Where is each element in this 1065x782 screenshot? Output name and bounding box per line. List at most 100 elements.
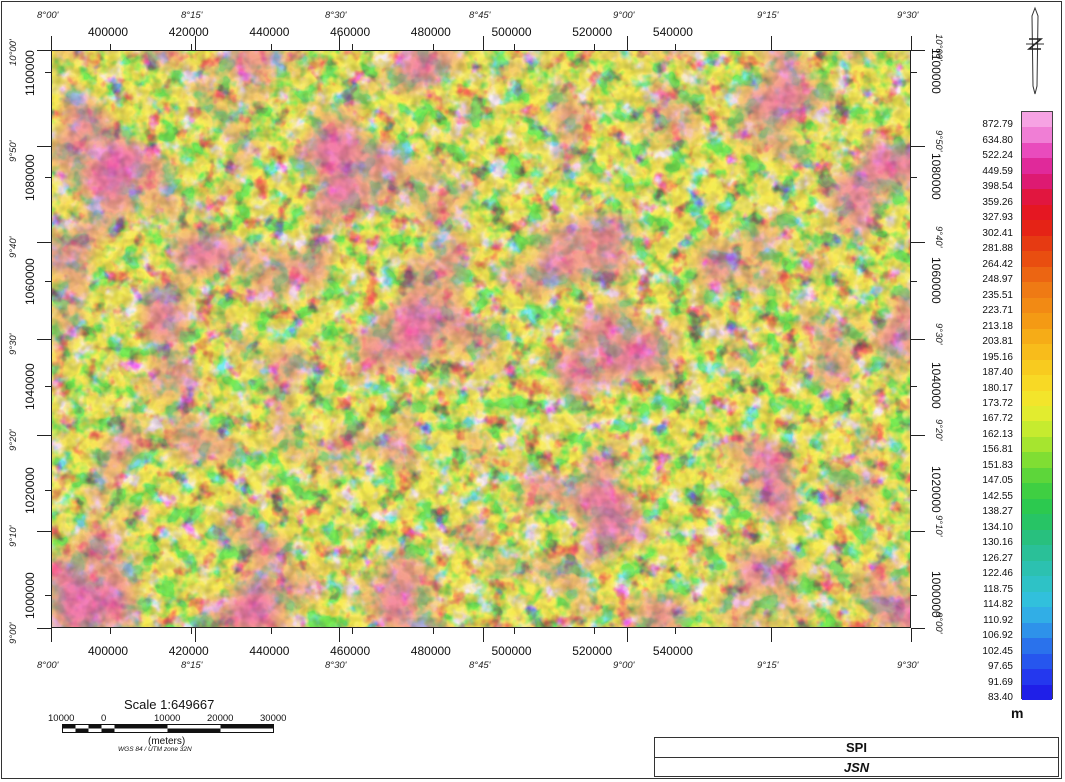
map-tick — [911, 36, 912, 50]
right-grid-label: 1020000 — [929, 466, 943, 513]
scale-bar-graphic — [62, 724, 274, 733]
map-tick — [45, 72, 51, 73]
right-grid-label: 1000000 — [929, 570, 943, 618]
right-latitude-label: 9°40' — [933, 226, 944, 248]
top-longitude-label: 9°15' — [757, 10, 779, 21]
legend-swatch — [1022, 560, 1052, 577]
legend-value: 195.16 — [982, 351, 1013, 363]
title-block: SPI JSN — [654, 737, 1059, 777]
scale-tick-label: 10000 — [48, 713, 75, 724]
legend-value: 281.88 — [982, 243, 1013, 255]
legend-swatch — [1022, 375, 1052, 392]
map-tick — [37, 628, 51, 629]
map-tick — [271, 44, 273, 50]
left-grid-label: 1000000 — [23, 571, 37, 619]
scale-title: Scale 1:649667 — [124, 697, 215, 712]
legend-swatch — [1022, 142, 1052, 159]
bottom-grid-label: 440000 — [249, 644, 290, 658]
bottom-grid-label: 540000 — [652, 644, 693, 658]
map-tick — [195, 628, 196, 642]
legend-value: 449.59 — [982, 165, 1013, 177]
legend-value: 110.92 — [983, 614, 1013, 626]
legend-value: 156.81 — [982, 444, 1013, 456]
map-tick — [51, 628, 52, 642]
legend-swatch — [1022, 684, 1052, 701]
map-tick — [483, 628, 484, 642]
raster-map[interactable] — [51, 50, 911, 628]
legend-swatch — [1022, 204, 1052, 221]
legend-swatch — [1022, 173, 1052, 190]
legend-swatch — [1022, 282, 1052, 299]
legend-swatch — [1022, 622, 1052, 639]
legend-value: 83.40 — [987, 692, 1013, 703]
map-tick — [110, 628, 111, 634]
legend-value: 122.46 — [982, 568, 1013, 580]
raster-image — [52, 51, 910, 627]
top-grid-label: 520000 — [572, 25, 613, 39]
legend-value: 162.13 — [982, 428, 1013, 440]
map-tick — [190, 628, 192, 634]
legend-swatch — [1022, 220, 1052, 237]
legend-value: 235.51 — [982, 289, 1013, 301]
legend-swatch — [1022, 545, 1052, 562]
top-longitude-label: 8°45' — [469, 10, 491, 21]
map-tick — [911, 628, 912, 642]
legend-swatch — [1022, 390, 1052, 407]
map-tick — [594, 44, 596, 50]
legend-swatch — [1022, 452, 1052, 469]
left-latitude-label: 9°20' — [8, 429, 19, 451]
right-latitude-label: 9°30' — [933, 323, 944, 345]
legend-value: 522.24 — [982, 150, 1013, 162]
map-tick — [627, 36, 628, 50]
legend-swatch — [1022, 421, 1052, 438]
left-grid-label: 1060000 — [23, 258, 37, 305]
legend-value: 180.17 — [982, 382, 1013, 394]
map-tick — [110, 44, 111, 50]
legend-swatch — [1022, 576, 1052, 593]
map-tick — [195, 36, 196, 50]
legend-value: 97.65 — [987, 661, 1013, 673]
legend-swatch — [1022, 607, 1052, 624]
legend-swatch — [1022, 127, 1052, 144]
legend-swatch — [1022, 328, 1052, 345]
bottom-grid-label: 480000 — [410, 644, 451, 658]
legend-swatch — [1022, 653, 1052, 670]
north-arrow-icon — [1026, 6, 1044, 95]
map-tick — [911, 50, 925, 51]
bottom-longitude-label: 9°30' — [897, 660, 919, 671]
right-latitude-label: 9°20' — [933, 419, 944, 441]
legend-swatch — [1022, 112, 1052, 128]
map-tick — [911, 628, 925, 629]
map-tick — [37, 531, 51, 532]
top-grid-label: 420000 — [168, 25, 209, 39]
map-tick — [37, 242, 51, 243]
map-tick — [432, 628, 434, 634]
legend-value: 213.18 — [982, 320, 1013, 332]
legend-unit: m — [1011, 705, 1024, 721]
right-latitude-label: 9°50' — [933, 130, 944, 152]
legend-swatch — [1022, 189, 1052, 206]
top-grid-label: 540000 — [652, 25, 693, 39]
legend-value: 223.71 — [982, 305, 1013, 317]
map-tick — [911, 176, 917, 178]
legend-value: 106.92 — [982, 630, 1013, 642]
map-tick — [45, 281, 51, 282]
legend-value: 126.27 — [982, 552, 1013, 564]
legend-color-bar — [1021, 111, 1053, 701]
map-tick — [911, 531, 925, 532]
bottom-longitude-label: 9°00' — [613, 660, 635, 671]
legend-swatch — [1022, 514, 1052, 531]
map-tick — [911, 594, 917, 596]
legend-swatch — [1022, 436, 1052, 453]
legend-value: 302.41 — [982, 227, 1013, 239]
top-grid-label: 480000 — [410, 25, 451, 39]
legend-swatch — [1022, 235, 1052, 252]
left-grid-label: 1100000 — [23, 50, 37, 96]
map-tick — [911, 281, 917, 282]
legend-swatch — [1022, 158, 1052, 175]
top-grid-label: 400000 — [88, 25, 129, 39]
right-grid-label: 1060000 — [929, 257, 943, 304]
bottom-grid-label: 460000 — [330, 644, 371, 658]
legend-swatch — [1022, 638, 1052, 655]
map-tick — [911, 435, 925, 436]
